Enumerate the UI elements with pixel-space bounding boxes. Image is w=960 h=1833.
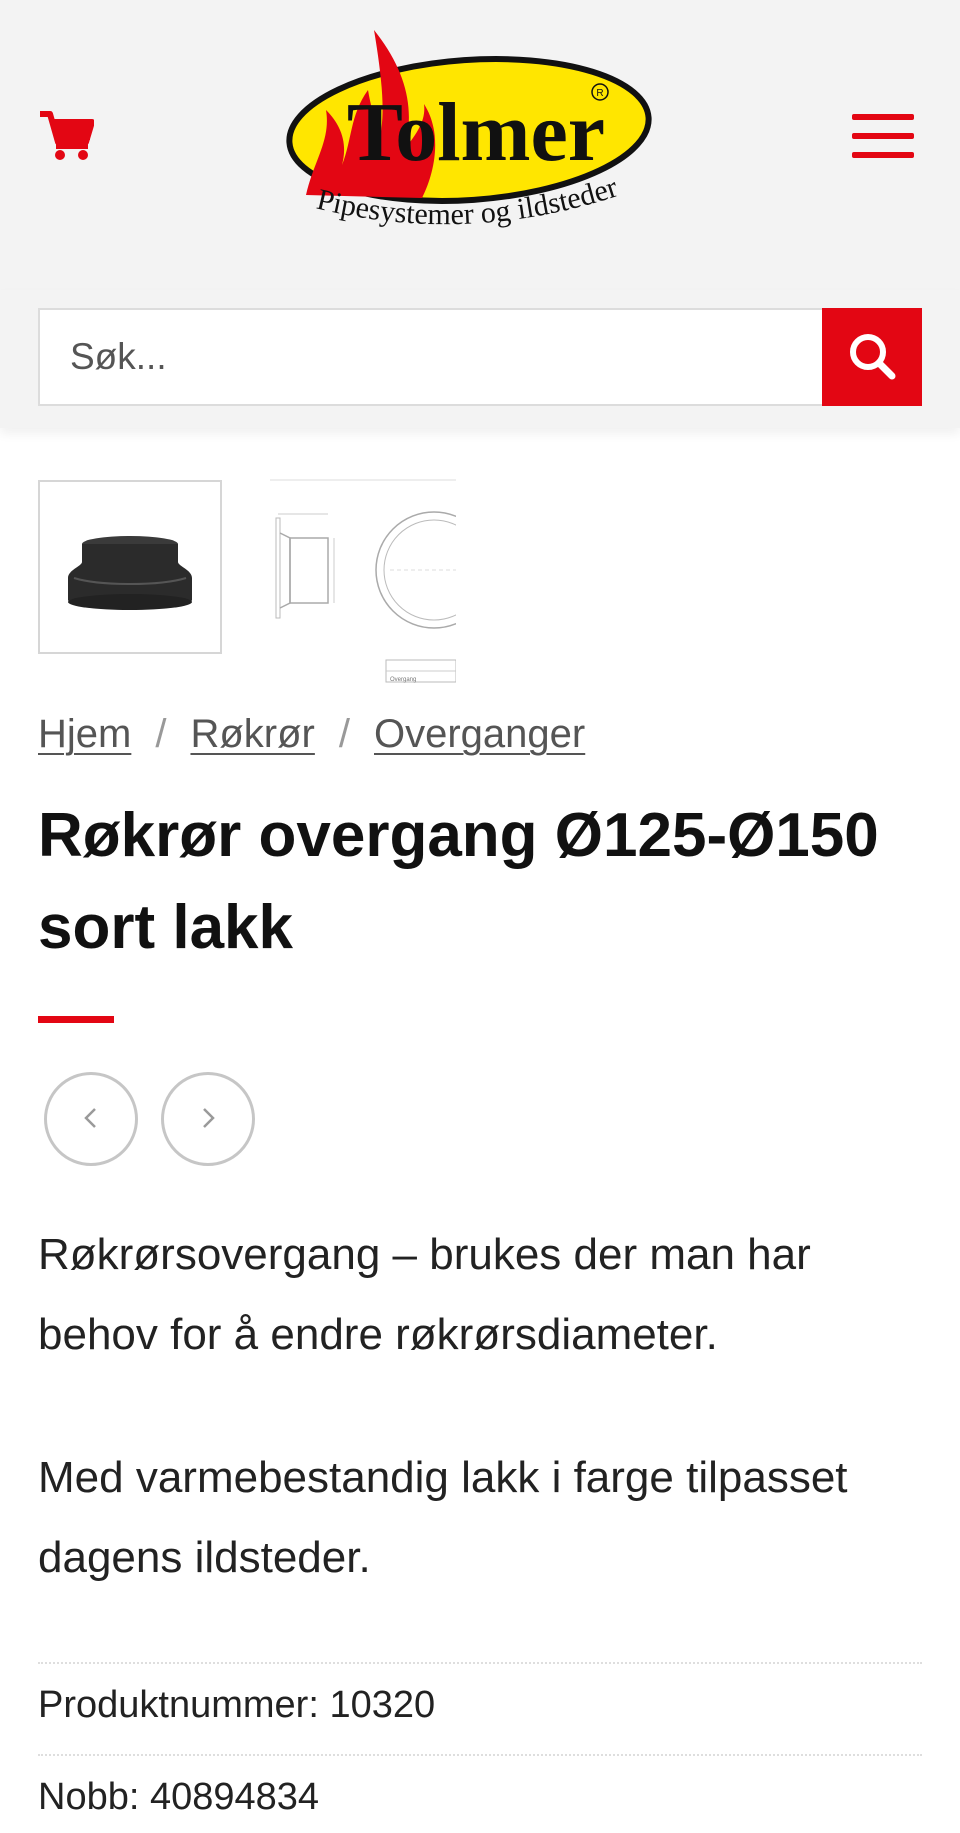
product-title: Røkrør overgang Ø125-Ø150 sort lakk <box>38 801 879 962</box>
search-bar <box>0 290 960 428</box>
next-product-button[interactable] <box>161 1072 255 1166</box>
search-button[interactable] <box>822 308 922 406</box>
site-header: Tolmer R Pipesystemer og ildsteder <box>0 0 960 290</box>
chevron-left-icon <box>76 1103 106 1136</box>
product-photo-thumbnail[interactable] <box>38 480 222 654</box>
previous-product-button[interactable] <box>44 1072 138 1166</box>
breadcrumb-separator: / <box>338 712 350 756</box>
breadcrumb-separator: / <box>155 712 167 756</box>
title-divider <box>38 1016 114 1023</box>
breadcrumb: Hjem / Røkrør / Overganger <box>38 712 585 757</box>
shopping-cart-icon[interactable] <box>38 108 95 162</box>
tolmer-logo[interactable]: Tolmer R Pipesystemer og ildsteder <box>276 20 666 252</box>
technical-drawing-thumbnail[interactable]: Overgang <box>270 478 493 688</box>
hamburger-menu-icon[interactable] <box>850 112 916 160</box>
search-input[interactable] <box>38 308 824 406</box>
nobb-row: Nobb: 40894834 <box>38 1754 922 1833</box>
product-number-value: 10320 <box>329 1684 436 1726</box>
product-description-paragraph: Med varmebestandig lakk i farge tilpasse… <box>38 1453 848 1582</box>
nobb-value: 40894834 <box>149 1776 320 1818</box>
breadcrumb-rokror[interactable]: Røkrør <box>190 712 314 756</box>
chevron-right-icon <box>193 1103 223 1136</box>
breadcrumb-home[interactable]: Hjem <box>38 712 131 756</box>
drawing-caption: Overgang <box>390 677 416 683</box>
product-number-label: Produktnummer: <box>38 1684 319 1726</box>
logo-registered-mark: R <box>596 88 603 99</box>
search-icon <box>846 330 898 385</box>
product-number-row: Produktnummer: 10320 <box>38 1662 922 1754</box>
nobb-label: Nobb: <box>38 1776 140 1818</box>
breadcrumb-overganger[interactable]: Overganger <box>374 712 585 756</box>
logo-brand-text: Tolmer <box>347 86 605 179</box>
product-description-paragraph: Røkrørsovergang – brukes der man har beh… <box>38 1230 811 1359</box>
